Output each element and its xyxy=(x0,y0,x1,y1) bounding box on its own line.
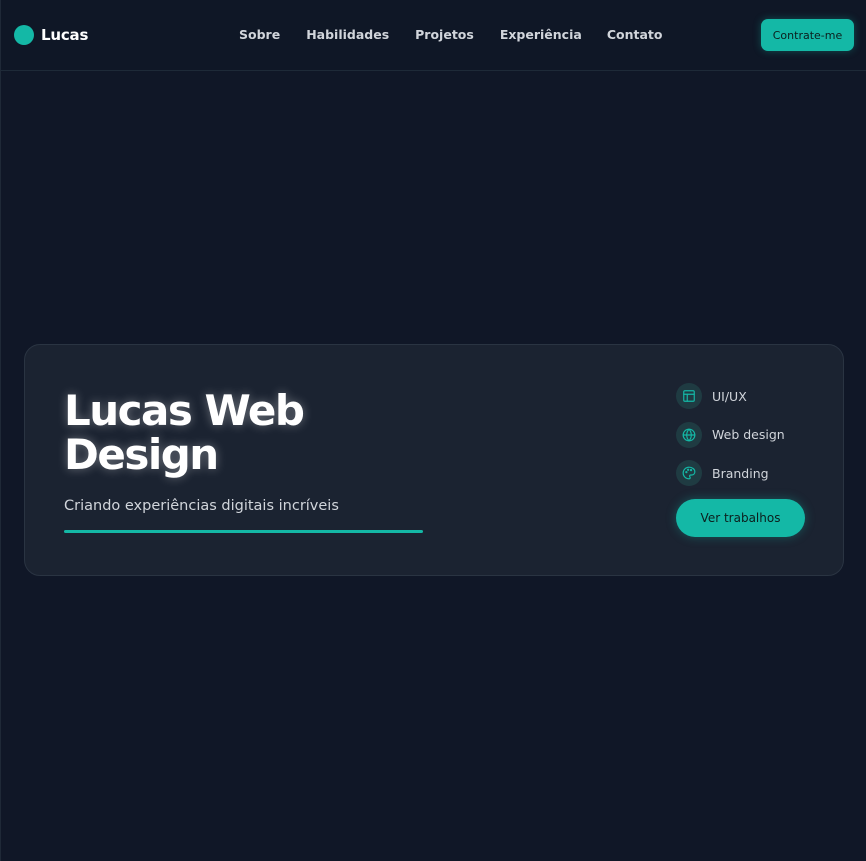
nav-item-projetos[interactable]: Projetos xyxy=(415,27,474,42)
hero-subtitle: Criando experiências digitais incríveis xyxy=(64,498,339,514)
skill-item-branding: Branding xyxy=(676,460,785,486)
nav-item-sobre[interactable]: Sobre xyxy=(239,27,280,42)
nav-item-experiencia[interactable]: Experiência xyxy=(500,27,582,42)
skill-item-uiux: UI/UX xyxy=(676,383,785,409)
skill-label: Web design xyxy=(712,427,785,442)
main-nav: Sobre Habilidades Projetos Experiência C… xyxy=(239,27,662,42)
palette-icon xyxy=(676,460,702,486)
skill-label: UI/UX xyxy=(712,388,747,404)
nav-item-contato[interactable]: Contato xyxy=(607,27,663,42)
hire-me-button[interactable]: Contrate-me xyxy=(761,19,854,51)
globe-icon xyxy=(676,421,702,448)
logo[interactable]: Lucas xyxy=(14,25,88,45)
view-work-button[interactable]: Ver trabalhos xyxy=(676,499,805,537)
page: Lucas Sobre Habilidades Projetos Experiê… xyxy=(0,0,866,861)
logo-dot-icon xyxy=(14,25,34,45)
nav-item-habilidades[interactable]: Habilidades xyxy=(306,27,389,42)
layout-icon xyxy=(676,383,702,409)
hero-underline xyxy=(64,530,423,533)
skill-label: Branding xyxy=(712,465,769,481)
hero-card: Lucas Web Design Criando experiências di… xyxy=(24,344,844,576)
logo-text: Lucas xyxy=(41,26,89,44)
skills-list: UI/UX Web design Branding xyxy=(676,383,785,499)
hero-title: Lucas Web Design xyxy=(64,386,305,479)
header: Lucas Sobre Habilidades Projetos Experiê… xyxy=(1,0,866,71)
skill-item-web-design: Web design xyxy=(676,421,785,448)
